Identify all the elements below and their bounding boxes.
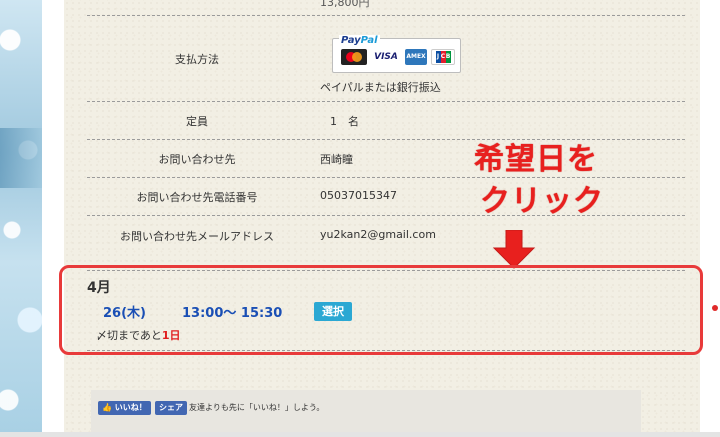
paypal-brand: PayPal (339, 35, 380, 46)
horizontal-scrollbar[interactable] (0, 432, 720, 437)
arrow-down-icon (492, 230, 536, 269)
payment-value: ペイパルまたは銀行振込 (320, 81, 441, 94)
page-margin (42, 0, 64, 437)
annotation-line1: 希望日を (474, 142, 598, 177)
facebook-like-button[interactable]: 👍 いいね！ (98, 401, 151, 415)
schedule-highlight-box (59, 265, 703, 355)
capacity-label: 定員 (186, 115, 208, 128)
jcb-icon: J CB (431, 49, 455, 65)
table-row-price: 13,800円 (87, 0, 685, 16)
decorative-dot (712, 305, 718, 311)
facebook-share-button[interactable]: シェア (155, 401, 187, 415)
paypal-logo: PayPal VISA AMEX J CB (332, 35, 461, 73)
table-row-email: お問い合わせ先メールアドレス yu2kan2@gmail.com (87, 215, 685, 254)
mastercard-icon (341, 49, 367, 65)
phone-label: お問い合わせ先電話番号 (136, 191, 258, 204)
contact-label: お問い合わせ先 (158, 153, 236, 166)
table-row-payment: 支払方法 PayPal VISA AMEX J CB ペイパルまたは銀行振込 (87, 15, 685, 102)
like-label: いいね！ (114, 403, 147, 412)
annotation-line2: クリック (480, 184, 604, 219)
thumbs-up-icon: 👍 (102, 403, 112, 412)
phone-value: 05037015347 (320, 189, 397, 202)
email-value[interactable]: yu2kan2@gmail.com (320, 228, 436, 241)
background-bokeh (0, 0, 42, 437)
facebook-prompt: 友達よりも先に「いいね！」しよう。 (189, 403, 325, 412)
price-value: 13,800円 (320, 0, 370, 9)
capacity-value: 1 名 (330, 115, 359, 128)
email-label: お問い合わせ先メールアドレス (120, 230, 274, 243)
right-margin (700, 0, 720, 437)
payment-label: 支払方法 (175, 53, 219, 66)
amex-icon: AMEX (405, 49, 427, 65)
contact-value: 西崎瞳 (320, 153, 353, 166)
visa-icon: VISA (371, 49, 401, 65)
